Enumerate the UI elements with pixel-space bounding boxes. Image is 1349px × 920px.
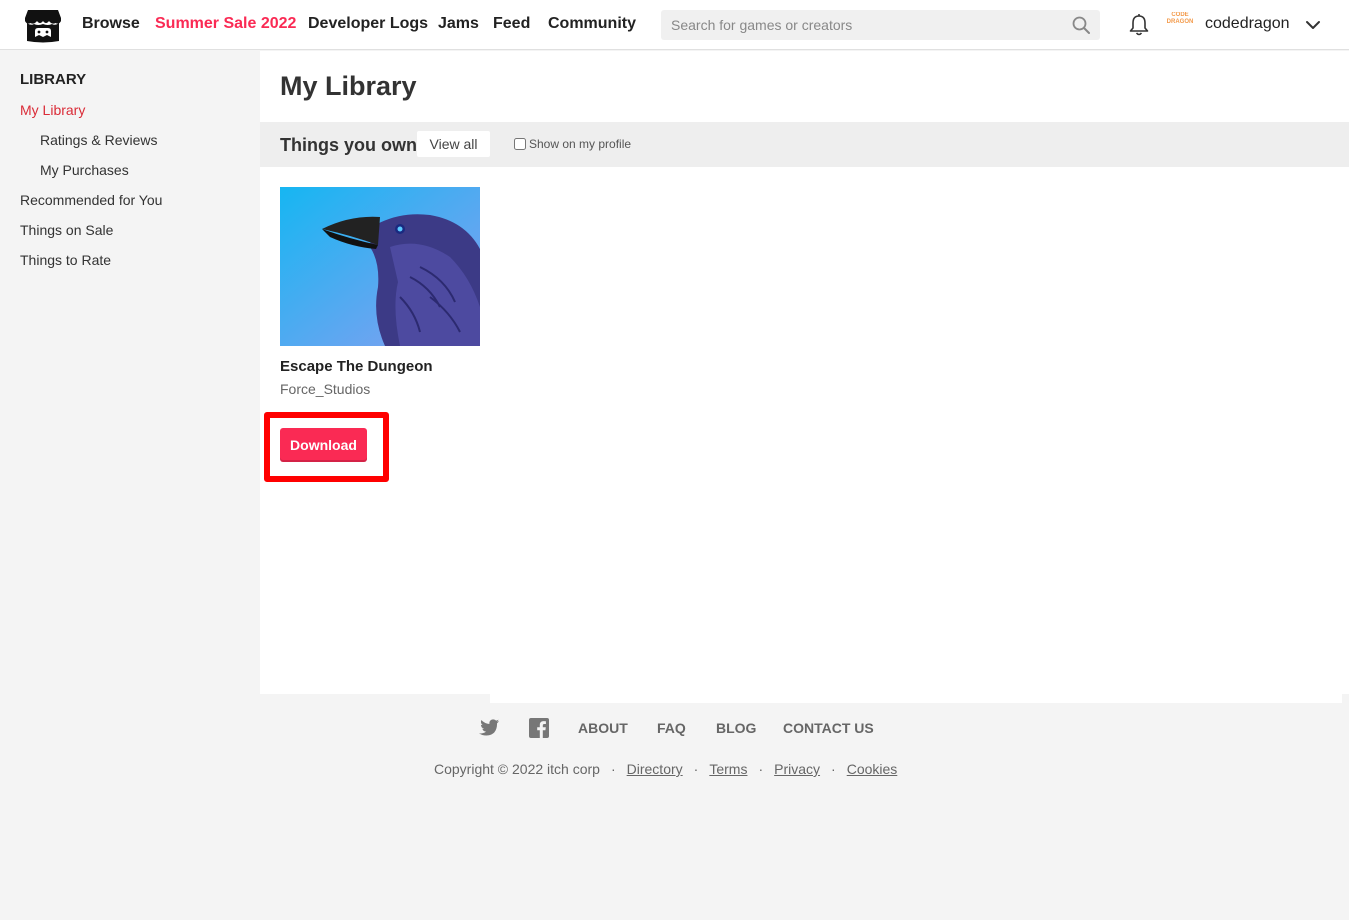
show-on-profile-label: Show on my profile [529, 137, 632, 151]
search-input[interactable] [661, 10, 1061, 40]
nav-community[interactable]: Community [548, 15, 636, 33]
show-on-profile-toggle[interactable]: Show on my profile [514, 137, 631, 151]
footer-about-link[interactable]: ABOUT [578, 720, 628, 736]
sidebar-item-my-library[interactable]: My Library [20, 102, 85, 118]
game-title[interactable]: Escape The Dungeon [280, 358, 433, 375]
footer-separator: · [831, 761, 836, 777]
itchio-logo-icon[interactable] [24, 7, 62, 44]
sidebar-item-things-on-sale[interactable]: Things on Sale [20, 222, 113, 238]
top-navbar: Browse Summer Sale 2022 Developer Logs J… [0, 0, 1349, 50]
game-card: Escape The Dungeon Force_Studios [280, 187, 480, 397]
footer-privacy-link[interactable]: Privacy [774, 761, 820, 777]
section-title: Things you own [280, 135, 417, 155]
nav-summer-sale[interactable]: Summer Sale 2022 [155, 15, 296, 33]
sidebar-item-ratings-reviews[interactable]: Ratings & Reviews [40, 132, 158, 148]
footer-contact-link[interactable]: CONTACT US [783, 720, 874, 736]
copyright-text: Copyright © 2022 itch corp [434, 761, 600, 777]
sidebar-heading: LIBRARY [20, 71, 87, 88]
show-on-profile-checkbox[interactable] [514, 138, 526, 150]
username[interactable]: codedragon [1205, 15, 1290, 33]
download-button[interactable]: Download [280, 428, 367, 462]
user-avatar[interactable]: CODE DRAGON [1166, 12, 1194, 36]
footer-faq-link[interactable]: FAQ [657, 720, 686, 736]
chevron-down-icon[interactable] [1304, 16, 1322, 34]
main-content-edge [490, 694, 1342, 703]
section-header: Things you own View all Show on my profi… [260, 122, 1349, 167]
page-title: My Library [280, 71, 417, 101]
nav-browse[interactable]: Browse [82, 15, 140, 33]
footer-cookies-link[interactable]: Cookies [847, 761, 898, 777]
nav-feed[interactable]: Feed [493, 15, 530, 33]
footer-directory-link[interactable]: Directory [627, 761, 683, 777]
sidebar-item-recommended[interactable]: Recommended for You [20, 192, 162, 208]
notification-bell-icon[interactable] [1128, 13, 1150, 37]
library-sidebar: LIBRARY My Library Ratings & Reviews My … [0, 51, 260, 920]
game-author[interactable]: Force_Studios [280, 381, 370, 397]
footer-blog-link[interactable]: BLOG [716, 720, 756, 736]
sidebar-item-things-to-rate[interactable]: Things to Rate [20, 252, 111, 268]
footer-terms-link[interactable]: Terms [709, 761, 747, 777]
nav-developer-logs[interactable]: Developer Logs [308, 15, 428, 33]
twitter-icon[interactable] [478, 718, 500, 738]
facebook-icon[interactable] [528, 718, 550, 738]
search-box [661, 10, 1100, 40]
sidebar-item-my-purchases[interactable]: My Purchases [40, 162, 129, 178]
view-all-button[interactable]: View all [417, 131, 490, 157]
footer-separator: · [758, 761, 764, 777]
main-content: My Library Things you own View all Show … [260, 51, 1349, 694]
game-thumbnail-raven[interactable] [280, 187, 480, 346]
nav-jams[interactable]: Jams [438, 15, 479, 33]
footer-separator: · [693, 761, 699, 777]
search-icon[interactable] [1072, 16, 1090, 34]
footer-copyright: Copyright © 2022 itch corp · Directory · Ter… [434, 761, 897, 777]
footer-separator: · [610, 761, 616, 777]
